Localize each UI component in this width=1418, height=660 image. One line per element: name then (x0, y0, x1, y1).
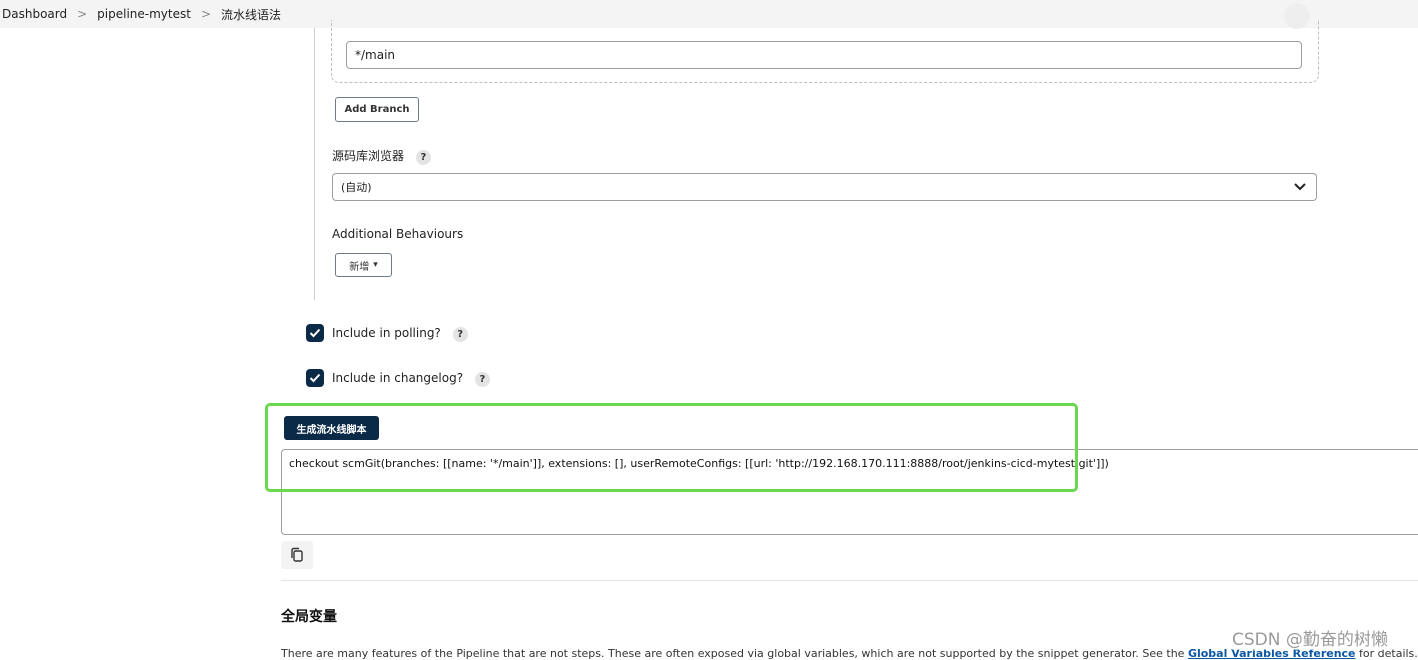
include-polling-row: Include in polling? ? (332, 326, 468, 342)
section-guide-line (314, 28, 315, 300)
check-icon (309, 328, 321, 338)
include-changelog-row: Include in changelog? ? (332, 371, 490, 387)
add-branch-button[interactable]: Add Branch (335, 97, 419, 122)
chevron-down-icon (1294, 183, 1306, 191)
copy-button[interactable] (281, 541, 313, 569)
check-icon (309, 373, 321, 383)
repo-browser-select[interactable]: (自动) (332, 173, 1317, 201)
branch-specifier-input[interactable]: */main (346, 41, 1302, 69)
breadcrumb-dashboard[interactable]: Dashboard (2, 7, 67, 21)
help-icon[interactable]: ? (474, 372, 490, 387)
repo-browser-label-row: 源码库浏览器 ? (332, 147, 431, 165)
breadcrumb-pipeline-syntax[interactable]: 流水线语法 (221, 6, 281, 23)
help-icon[interactable]: ? (415, 150, 431, 165)
add-behaviour-label: 新增 (349, 261, 370, 273)
caret-down-icon: ▾ (373, 260, 378, 270)
include-changelog-checkbox[interactable] (306, 369, 324, 387)
include-polling-label: Include in polling? (332, 326, 441, 340)
breadcrumb-pipeline[interactable]: pipeline-mytest (97, 7, 191, 21)
generate-pipeline-script-button[interactable]: 生成流水线脚本 (284, 416, 379, 440)
chevron-right-icon: > (77, 7, 88, 21)
csdn-watermark: CSDN @勤奋的树懒 (1232, 625, 1388, 650)
global-variables-title: 全局变量 (281, 609, 337, 625)
chevron-right-icon: > (200, 7, 212, 21)
section-divider (281, 580, 1418, 581)
repo-browser-label: 源码库浏览器 (332, 149, 405, 163)
help-icon[interactable]: ? (452, 327, 468, 342)
highlight-annotation-box (265, 403, 1078, 492)
repo-browser-selected: (自动) (341, 181, 372, 194)
additional-behaviours-label: Additional Behaviours (332, 227, 464, 241)
copy-icon (291, 547, 303, 562)
include-polling-checkbox[interactable] (306, 324, 324, 342)
add-behaviour-dropdown[interactable]: 新增 ▾ (335, 253, 392, 277)
include-changelog-label: Include in changelog? (332, 371, 464, 385)
global-variables-text-prefix: There are many features of the Pipeline … (281, 647, 1188, 660)
